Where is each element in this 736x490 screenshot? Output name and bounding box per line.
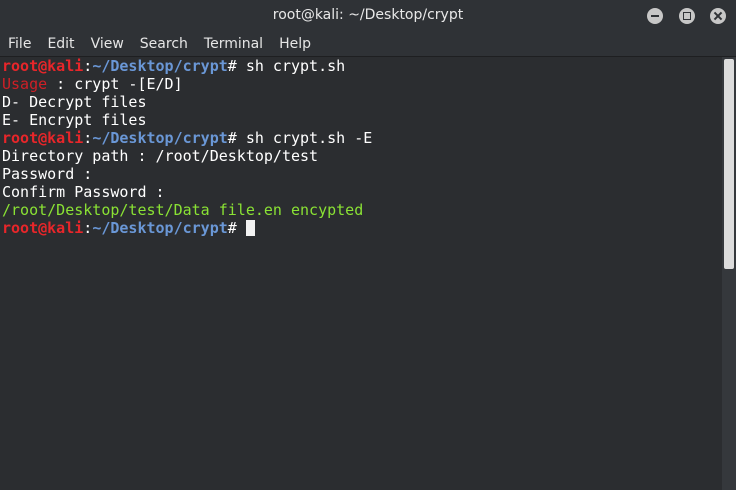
prompt-user: root@kali (2, 129, 84, 147)
command-text: sh crypt.sh (245, 57, 346, 75)
prompt-colon: : (83, 57, 93, 75)
terminal-line-encrypt: E- Encrypt files (2, 111, 147, 129)
prompt-path: ~/Desktop/crypt (92, 129, 228, 147)
command-text: sh crypt.sh -E (245, 129, 373, 147)
terminal-line-confirm: Confirm Password : (2, 183, 165, 201)
terminal-line: root@kali:~/Desktop/crypt# sh crypt.sh -… (0, 129, 722, 147)
terminal-line-directory: Directory path : /root/Desktop/test (2, 147, 319, 165)
terminal-line: root@kali:~/Desktop/crypt# (0, 219, 722, 237)
window-title: root@kali: ~/Desktop/crypt (272, 7, 464, 23)
menu-bar: File Edit View Search Terminal Help (0, 32, 736, 57)
prompt-user: root@kali (2, 57, 84, 75)
menu-file[interactable]: File (0, 32, 39, 56)
terminal-window: root@kali: ~/Desktop/crypt File Edit Vie… (0, 0, 736, 490)
prompt-symbol: # (227, 57, 246, 75)
scrollbar-thumb[interactable] (724, 59, 734, 269)
prompt-symbol: # (227, 219, 246, 237)
terminal-line: root@kali:~/Desktop/crypt# sh crypt.sh (0, 57, 722, 75)
prompt-colon: : (83, 129, 93, 147)
text-cursor (245, 220, 255, 236)
terminal-line-password: Password : (2, 165, 93, 183)
title-bar[interactable]: root@kali: ~/Desktop/crypt (0, 0, 736, 32)
menu-edit[interactable]: Edit (39, 32, 82, 56)
prompt-user: root@kali (2, 219, 84, 237)
usage-label: Usage (2, 75, 48, 93)
prompt-colon: : (83, 219, 93, 237)
minimize-icon[interactable] (647, 8, 663, 24)
menu-search[interactable]: Search (132, 32, 196, 56)
close-icon[interactable] (710, 8, 726, 24)
menu-help[interactable]: Help (271, 32, 319, 56)
terminal-line-decrypt: D- Decrypt files (2, 93, 147, 111)
terminal-line-result: /root/Desktop/test/Data file.en encypted (2, 201, 364, 219)
prompt-symbol: # (227, 129, 246, 147)
menu-view[interactable]: View (83, 32, 132, 56)
terminal-output[interactable]: root@kali:~/Desktop/crypt# sh crypt.sh U… (0, 57, 722, 490)
prompt-path: ~/Desktop/crypt (92, 219, 228, 237)
maximize-icon[interactable] (679, 8, 695, 24)
menu-terminal[interactable]: Terminal (196, 32, 271, 56)
terminal-line: Usage : crypt -[E/D] (0, 75, 722, 93)
prompt-path: ~/Desktop/crypt (92, 57, 228, 75)
usage-text: : crypt -[E/D] (47, 75, 183, 93)
vertical-scrollbar[interactable] (722, 57, 736, 490)
